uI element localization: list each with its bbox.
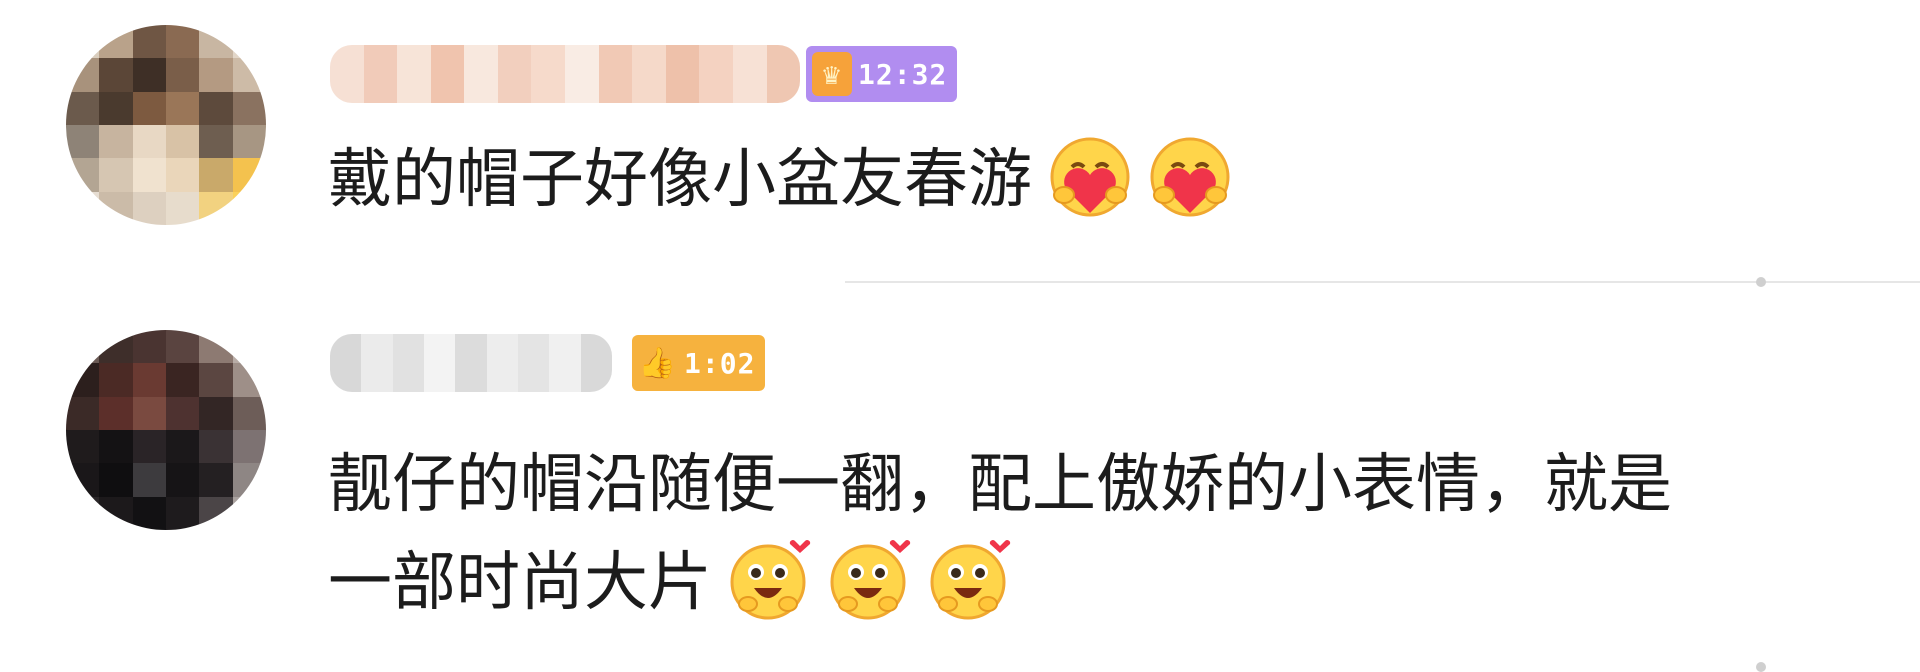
level-badge: 👍 1:02 [632,335,766,391]
hugging-heart-icon [1150,137,1230,217]
heart-eyes-excited-icon [830,540,911,620]
comment-text-content: 一部时尚大片 [328,546,712,620]
comment-item: ♛ 12:32 戴的帽子好像小盆友春游 [0,0,1920,287]
avatar[interactable] [66,25,266,225]
username-blurred[interactable] [330,45,800,103]
comment-text: 靓仔的帽沿随便一翻，配上傲娇的小表情，就是 一部时尚大片 [328,436,1672,632]
comment-text-content: 戴的帽子好像小盆友春游 [328,143,1032,217]
username-row: 👍 1:02 [330,334,766,392]
heart-eyes-excited-icon [730,540,811,620]
divider-dot [1756,277,1766,287]
avatar[interactable] [66,330,266,530]
badge-text: 12:32 [858,57,948,91]
username-row: ♛ 12:32 [330,45,958,103]
username-blurred[interactable] [330,334,612,392]
comment-text: 戴的帽子好像小盆友春游 [328,131,1232,229]
comment-text-line: 靓仔的帽沿随便一翻，配上傲娇的小表情，就是 [328,448,1672,522]
comment-text-line-2: 一部时尚大片 [328,534,1672,632]
crown-icon: ♛ [812,52,852,96]
thumbs-up-icon: 👍 [638,345,678,381]
divider-dot [1756,662,1766,672]
heart-eyes-excited-icon [930,540,1011,620]
hugging-heart-icon [1050,137,1130,217]
comment-item: 👍 1:02 靓仔的帽沿随便一翻，配上傲娇的小表情，就是 一部时尚大片 [0,290,1920,672]
level-badge: ♛ 12:32 [806,46,958,102]
badge-text: 1:02 [684,346,756,380]
